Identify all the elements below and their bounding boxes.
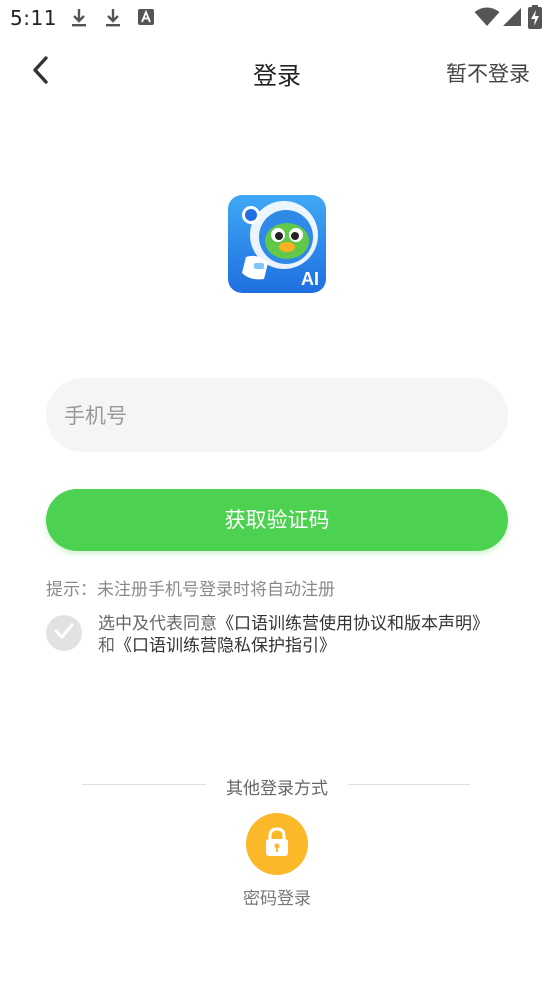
wifi-icon xyxy=(474,7,500,31)
lock-icon xyxy=(263,827,291,861)
phone-input[interactable] xyxy=(62,378,496,454)
nav-bar: 登录 暂不登录 xyxy=(0,44,554,100)
signal-icon xyxy=(502,7,522,31)
other-login-title: 其他登录方式 xyxy=(226,779,328,799)
logo-ai-badge: AI xyxy=(301,269,319,289)
download-icon xyxy=(104,8,122,32)
user-agreement-link[interactable]: 《口语训练营使用协议和版本声明》 xyxy=(217,614,489,634)
skip-login-button[interactable]: 暂不登录 xyxy=(446,58,530,88)
phone-field xyxy=(46,378,508,454)
agreement-prefix: 选中及代表同意 xyxy=(98,614,217,634)
agreement-joiner: 和 xyxy=(98,636,115,656)
agreement-checkbox[interactable] xyxy=(46,615,82,651)
get-code-button[interactable]: 获取验证码 xyxy=(46,489,508,551)
font-icon xyxy=(138,9,154,29)
app-logo: AI xyxy=(228,195,326,293)
battery-charging-icon xyxy=(528,5,542,33)
password-login-button[interactable] xyxy=(246,813,308,875)
register-hint: 提示：未注册手机号登录时将自动注册 xyxy=(46,580,335,600)
download-icon xyxy=(70,8,88,32)
privacy-policy-link[interactable]: 《口语训练营隐私保护指引》 xyxy=(115,636,336,656)
status-time: 5:11 xyxy=(10,6,57,30)
check-icon xyxy=(54,623,74,643)
status-bar: 5:11 xyxy=(0,0,554,36)
agreement-text: 选中及代表同意《口语训练营使用协议和版本声明》和《口语训练营隐私保护指引》 xyxy=(98,613,498,657)
password-login-label[interactable]: 密码登录 xyxy=(0,884,554,909)
